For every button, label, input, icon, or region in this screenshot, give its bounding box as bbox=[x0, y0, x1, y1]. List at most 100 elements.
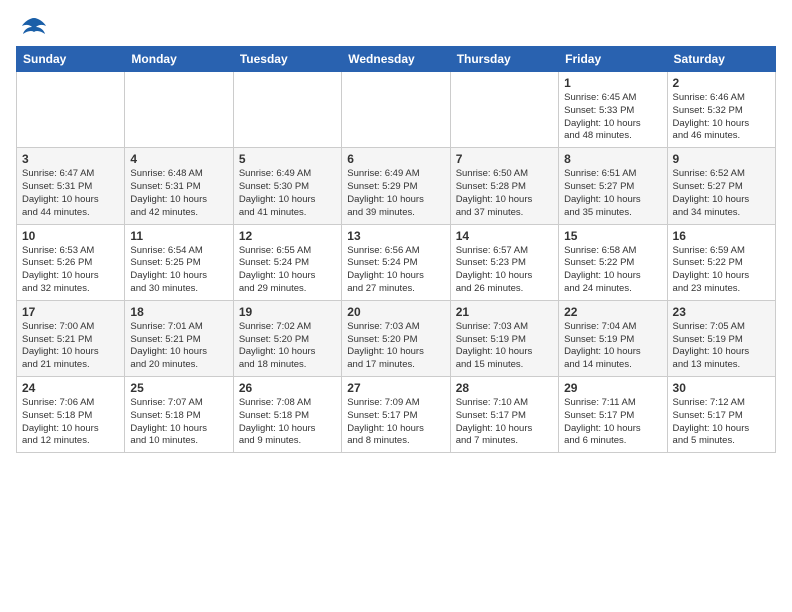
day-info: Sunrise: 7:01 AM Sunset: 5:21 PM Dayligh… bbox=[130, 321, 227, 372]
day-info: Sunrise: 6:53 AM Sunset: 5:26 PM Dayligh… bbox=[22, 245, 119, 296]
day-number: 12 bbox=[239, 229, 336, 243]
day-number: 29 bbox=[564, 381, 661, 395]
logo bbox=[16, 16, 50, 38]
calendar-day-cell: 10 Sunrise: 6:53 AM Sunset: 5:26 PM Dayli… bbox=[17, 224, 125, 300]
day-number: 9 bbox=[673, 152, 770, 166]
calendar-day-cell: 23 Sunrise: 7:05 AM Sunset: 5:19 PM Dayli… bbox=[667, 300, 775, 376]
day-info: Sunrise: 7:03 AM Sunset: 5:19 PM Dayligh… bbox=[456, 321, 553, 372]
calendar-day-cell: 11 Sunrise: 6:54 AM Sunset: 5:25 PM Dayli… bbox=[125, 224, 233, 300]
day-info: Sunrise: 6:55 AM Sunset: 5:24 PM Dayligh… bbox=[239, 245, 336, 296]
calendar-day-cell: 25 Sunrise: 7:07 AM Sunset: 5:18 PM Dayli… bbox=[125, 377, 233, 453]
day-number: 18 bbox=[130, 305, 227, 319]
day-info: Sunrise: 7:07 AM Sunset: 5:18 PM Dayligh… bbox=[130, 397, 227, 448]
day-info: Sunrise: 6:52 AM Sunset: 5:27 PM Dayligh… bbox=[673, 168, 770, 219]
weekday-header-cell: Thursday bbox=[450, 47, 558, 72]
day-number: 2 bbox=[673, 76, 770, 90]
calendar-day-cell: 15 Sunrise: 6:58 AM Sunset: 5:22 PM Dayli… bbox=[559, 224, 667, 300]
calendar-day-cell: 1 Sunrise: 6:45 AM Sunset: 5:33 PM Daylig… bbox=[559, 72, 667, 148]
calendar-day-cell: 17Sunrise: 7:00 AM Sunset: 5:21 PM Dayli… bbox=[17, 300, 125, 376]
calendar-day-cell: 8 Sunrise: 6:51 AM Sunset: 5:27 PM Daylig… bbox=[559, 148, 667, 224]
day-info: Sunrise: 6:49 AM Sunset: 5:29 PM Dayligh… bbox=[347, 168, 444, 219]
day-number: 6 bbox=[347, 152, 444, 166]
calendar-week-row: 1 Sunrise: 6:45 AM Sunset: 5:33 PM Daylig… bbox=[17, 72, 776, 148]
calendar-body: 1 Sunrise: 6:45 AM Sunset: 5:33 PM Daylig… bbox=[17, 72, 776, 453]
weekday-header-cell: Monday bbox=[125, 47, 233, 72]
calendar-day-cell bbox=[450, 72, 558, 148]
weekday-header-cell: Wednesday bbox=[342, 47, 450, 72]
day-info: Sunrise: 6:57 AM Sunset: 5:23 PM Dayligh… bbox=[456, 245, 553, 296]
day-number: 30 bbox=[673, 381, 770, 395]
calendar-day-cell: 6 Sunrise: 6:49 AM Sunset: 5:29 PM Daylig… bbox=[342, 148, 450, 224]
calendar-week-row: 10 Sunrise: 6:53 AM Sunset: 5:26 PM Dayli… bbox=[17, 224, 776, 300]
day-info: Sunrise: 6:49 AM Sunset: 5:30 PM Dayligh… bbox=[239, 168, 336, 219]
day-info: Sunrise: 6:45 AM Sunset: 5:33 PM Dayligh… bbox=[564, 92, 661, 143]
calendar-week-row: 24 Sunrise: 7:06 AM Sunset: 5:18 PM Dayli… bbox=[17, 377, 776, 453]
calendar-day-cell bbox=[125, 72, 233, 148]
day-info: Sunrise: 7:02 AM Sunset: 5:20 PM Dayligh… bbox=[239, 321, 336, 372]
day-info: Sunrise: 7:06 AM Sunset: 5:18 PM Dayligh… bbox=[22, 397, 119, 448]
logo-bird-icon bbox=[20, 16, 48, 38]
day-info: Sunrise: 6:54 AM Sunset: 5:25 PM Dayligh… bbox=[130, 245, 227, 296]
day-info: Sunrise: 6:56 AM Sunset: 5:24 PM Dayligh… bbox=[347, 245, 444, 296]
weekday-header-cell: Sunday bbox=[17, 47, 125, 72]
day-number: 24 bbox=[22, 381, 119, 395]
day-info: Sunrise: 7:05 AM Sunset: 5:19 PM Dayligh… bbox=[673, 321, 770, 372]
weekday-header-cell: Saturday bbox=[667, 47, 775, 72]
day-number: 5 bbox=[239, 152, 336, 166]
calendar-day-cell: 16 Sunrise: 6:59 AM Sunset: 5:22 PM Dayli… bbox=[667, 224, 775, 300]
calendar-day-cell: 29 Sunrise: 7:11 AM Sunset: 5:17 PM Dayli… bbox=[559, 377, 667, 453]
calendar-day-cell bbox=[342, 72, 450, 148]
day-number: 10 bbox=[22, 229, 119, 243]
day-number: 15 bbox=[564, 229, 661, 243]
weekday-header-row: SundayMondayTuesdayWednesdayThursdayFrid… bbox=[17, 47, 776, 72]
day-info: Sunrise: 7:11 AM Sunset: 5:17 PM Dayligh… bbox=[564, 397, 661, 448]
day-info: Sunrise: 7:04 AM Sunset: 5:19 PM Dayligh… bbox=[564, 321, 661, 372]
calendar-day-cell: 12 Sunrise: 6:55 AM Sunset: 5:24 PM Dayli… bbox=[233, 224, 341, 300]
day-number: 21 bbox=[456, 305, 553, 319]
day-info: Sunrise: 6:58 AM Sunset: 5:22 PM Dayligh… bbox=[564, 245, 661, 296]
page-header bbox=[16, 16, 776, 38]
calendar-day-cell: 27Sunrise: 7:09 AM Sunset: 5:17 PM Dayli… bbox=[342, 377, 450, 453]
day-number: 22 bbox=[564, 305, 661, 319]
day-number: 17 bbox=[22, 305, 119, 319]
day-number: 7 bbox=[456, 152, 553, 166]
weekday-header-cell: Friday bbox=[559, 47, 667, 72]
calendar-day-cell: 2 Sunrise: 6:46 AM Sunset: 5:32 PM Daylig… bbox=[667, 72, 775, 148]
calendar-day-cell: 18 Sunrise: 7:01 AM Sunset: 5:21 PM Dayli… bbox=[125, 300, 233, 376]
day-number: 11 bbox=[130, 229, 227, 243]
day-info: Sunrise: 6:48 AM Sunset: 5:31 PM Dayligh… bbox=[130, 168, 227, 219]
day-number: 25 bbox=[130, 381, 227, 395]
day-number: 20 bbox=[347, 305, 444, 319]
weekday-header-cell: Tuesday bbox=[233, 47, 341, 72]
day-info: Sunrise: 6:50 AM Sunset: 5:28 PM Dayligh… bbox=[456, 168, 553, 219]
day-info: Sunrise: 6:51 AM Sunset: 5:27 PM Dayligh… bbox=[564, 168, 661, 219]
day-number: 23 bbox=[673, 305, 770, 319]
day-info: Sunrise: 6:59 AM Sunset: 5:22 PM Dayligh… bbox=[673, 245, 770, 296]
calendar-day-cell bbox=[17, 72, 125, 148]
day-number: 3 bbox=[22, 152, 119, 166]
day-number: 14 bbox=[456, 229, 553, 243]
day-info: Sunrise: 6:47 AM Sunset: 5:31 PM Dayligh… bbox=[22, 168, 119, 219]
calendar-day-cell: 7 Sunrise: 6:50 AM Sunset: 5:28 PM Daylig… bbox=[450, 148, 558, 224]
calendar-day-cell: 20 Sunrise: 7:03 AM Sunset: 5:20 PM Dayli… bbox=[342, 300, 450, 376]
day-number: 8 bbox=[564, 152, 661, 166]
calendar-day-cell: 19 Sunrise: 7:02 AM Sunset: 5:20 PM Dayli… bbox=[233, 300, 341, 376]
day-number: 16 bbox=[673, 229, 770, 243]
calendar-day-cell: 13Sunrise: 6:56 AM Sunset: 5:24 PM Dayli… bbox=[342, 224, 450, 300]
day-info: Sunrise: 7:09 AM Sunset: 5:17 PM Dayligh… bbox=[347, 397, 444, 448]
day-number: 1 bbox=[564, 76, 661, 90]
day-info: Sunrise: 6:46 AM Sunset: 5:32 PM Dayligh… bbox=[673, 92, 770, 143]
calendar-day-cell: 28Sunrise: 7:10 AM Sunset: 5:17 PM Dayli… bbox=[450, 377, 558, 453]
calendar-day-cell: 21 Sunrise: 7:03 AM Sunset: 5:19 PM Dayli… bbox=[450, 300, 558, 376]
calendar-table: SundayMondayTuesdayWednesdayThursdayFrid… bbox=[16, 46, 776, 453]
day-number: 4 bbox=[130, 152, 227, 166]
day-number: 19 bbox=[239, 305, 336, 319]
day-info: Sunrise: 7:08 AM Sunset: 5:18 PM Dayligh… bbox=[239, 397, 336, 448]
calendar-day-cell: 14 Sunrise: 6:57 AM Sunset: 5:23 PM Dayli… bbox=[450, 224, 558, 300]
calendar-week-row: 17Sunrise: 7:00 AM Sunset: 5:21 PM Dayli… bbox=[17, 300, 776, 376]
calendar-week-row: 3 Sunrise: 6:47 AM Sunset: 5:31 PM Daylig… bbox=[17, 148, 776, 224]
calendar-day-cell: 5 Sunrise: 6:49 AM Sunset: 5:30 PM Daylig… bbox=[233, 148, 341, 224]
calendar-day-cell: 9 Sunrise: 6:52 AM Sunset: 5:27 PM Daylig… bbox=[667, 148, 775, 224]
calendar-day-cell: 30Sunrise: 7:12 AM Sunset: 5:17 PM Dayli… bbox=[667, 377, 775, 453]
day-info: Sunrise: 7:03 AM Sunset: 5:20 PM Dayligh… bbox=[347, 321, 444, 372]
